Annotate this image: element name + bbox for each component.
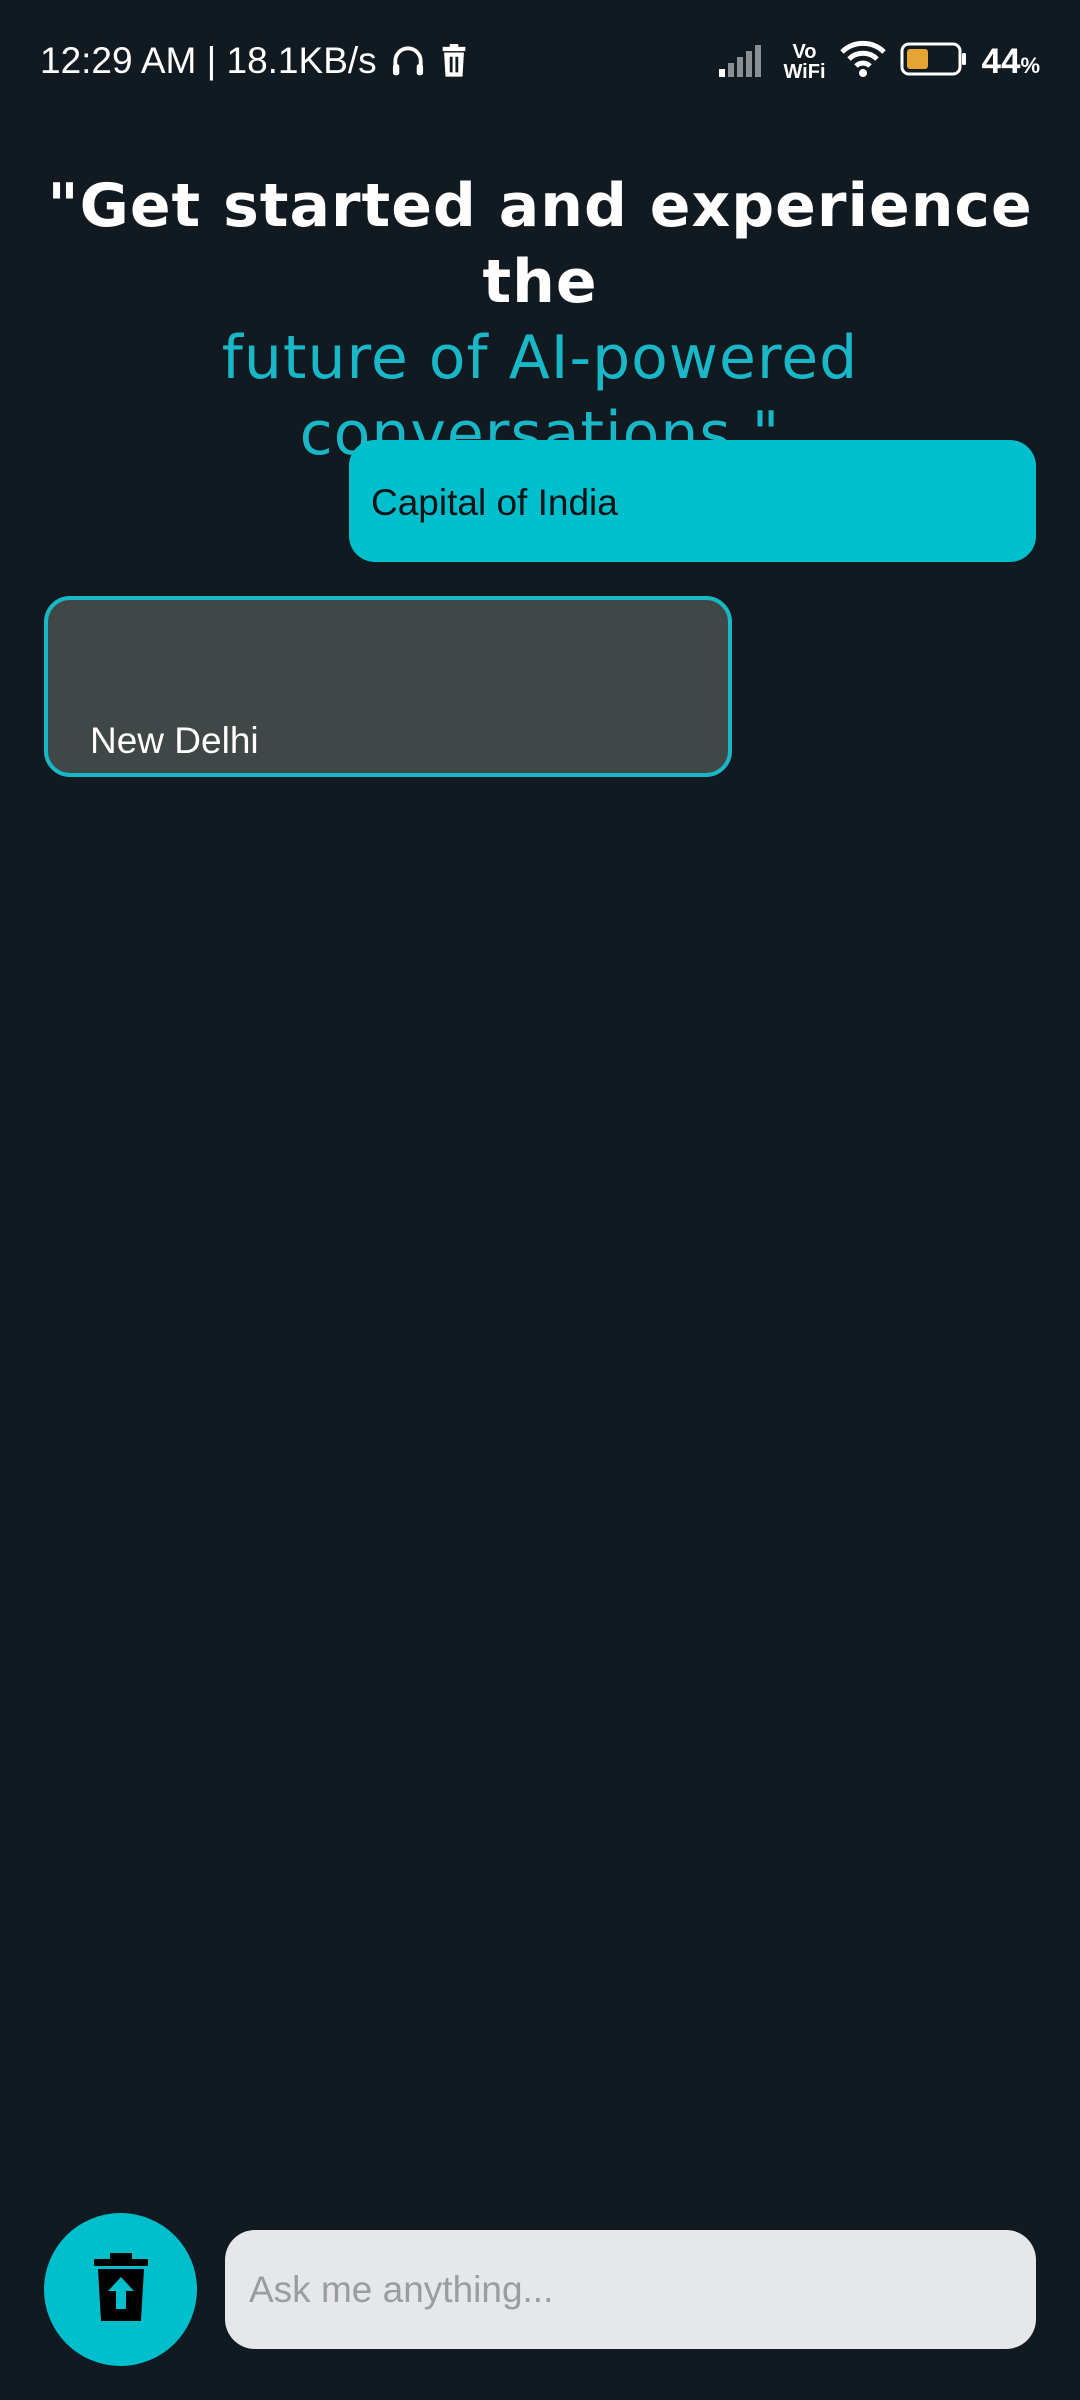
vowifi-label: Vo WiFi [783,42,825,82]
user-message-text: Capital of India [371,482,618,523]
user-message-bubble: Capital of India [349,440,1036,562]
status-right: Vo WiFi 44% [719,40,1040,83]
vowifi-bottom: WiFi [783,60,826,83]
trash-icon [439,44,469,78]
clear-chat-button[interactable] [44,2213,197,2366]
signal-icon [719,41,769,82]
headline-line-2: future of AI-powered [221,323,859,393]
headline: "Get started and experience the future o… [20,168,1060,472]
delete-upload-icon [92,2253,150,2326]
bot-message-bubble: New Delhi [44,596,732,777]
chat-screen: 12:29 AM | 18.1KB/s Vo WiFi 44% "Get sta… [0,0,1080,2400]
message-input[interactable] [225,2230,1036,2349]
headline-line-1: "Get started and experience the [47,171,1033,317]
wifi-icon [839,40,886,83]
battery-percent: 44% [981,41,1041,81]
headphones-icon [389,42,427,80]
bot-message-text: New Delhi [90,720,259,761]
vowifi-top: Vo [792,40,817,63]
status-left: 12:29 AM | 18.1KB/s [40,40,469,82]
status-bar: 12:29 AM | 18.1KB/s Vo WiFi 44% [0,0,1080,130]
time-speed-text: 12:29 AM | 18.1KB/s [40,40,377,81]
battery-icon [900,42,968,81]
